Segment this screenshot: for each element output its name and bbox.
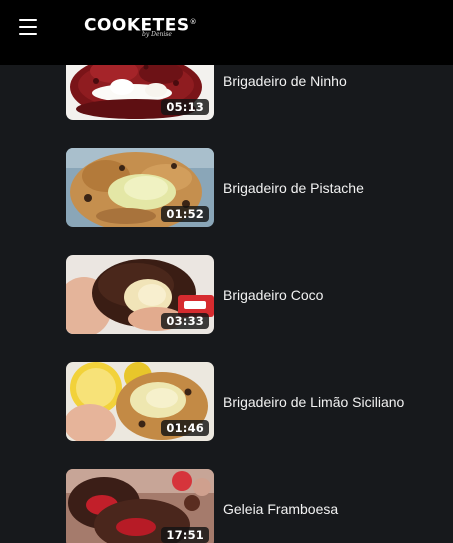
video-item-brigadeiro-coco[interactable]: 03:33 Brigadeiro Coco	[66, 255, 453, 334]
video-duration-badge: 17:51	[161, 527, 209, 543]
app: 05:13 Brigadeiro de Ninho 01:52 Brigadei…	[0, 0, 453, 543]
video-item-brigadeiro-de-limao-siciliano[interactable]: 01:46 Brigadeiro de Limão Siciliano	[66, 362, 453, 441]
video-duration-badge: 05:13	[161, 99, 209, 115]
video-title[interactable]: Brigadeiro Coco	[223, 255, 323, 334]
video-item-brigadeiro-de-pistache[interactable]: 01:52 Brigadeiro de Pistache	[66, 148, 453, 227]
video-duration-badge: 01:46	[161, 420, 209, 436]
brand-logo[interactable]: COOKETES® by Denise	[84, 11, 197, 47]
brand-tagline: by Denise	[142, 31, 172, 38]
video-title[interactable]: Brigadeiro de Pistache	[223, 148, 364, 227]
video-thumbnail[interactable]: 01:52	[66, 148, 214, 227]
brand-name: COOKETES®	[84, 15, 198, 36]
video-item-geleia-framboesa[interactable]: 17:51 Geleia Framboesa	[66, 469, 453, 543]
video-duration-badge: 01:52	[161, 206, 209, 222]
video-title[interactable]: Brigadeiro de Limão Siciliano	[223, 362, 404, 441]
hamburger-menu-icon[interactable]	[14, 14, 42, 40]
video-duration-badge: 03:33	[161, 313, 209, 329]
video-thumbnail[interactable]: 03:33	[66, 255, 214, 334]
video-title[interactable]: Geleia Framboesa	[223, 469, 338, 543]
header-bar: COOKETES® by Denise	[0, 0, 453, 65]
video-list: 05:13 Brigadeiro de Ninho 01:52 Brigadei…	[0, 0, 453, 543]
video-thumbnail[interactable]: 17:51	[66, 469, 214, 543]
video-thumbnail[interactable]: 01:46	[66, 362, 214, 441]
